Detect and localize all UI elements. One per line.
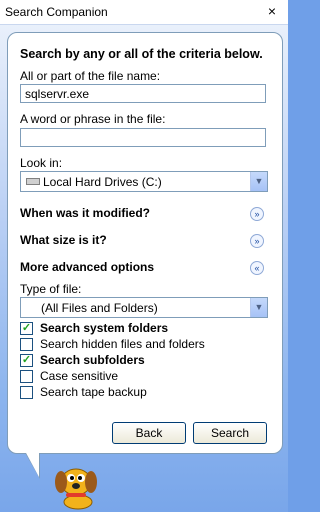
hard-drive-icon	[26, 178, 40, 185]
chevron-down-icon[interactable]: ▼	[250, 172, 267, 191]
speech-bubble-tail	[25, 451, 39, 477]
checkbox-label: Search subfolders	[40, 353, 145, 367]
phrase-label: A word or phrase in the file:	[20, 112, 166, 126]
chevron-down-icon[interactable]: ▼	[250, 298, 267, 317]
checkbox-label: Search system folders	[40, 321, 169, 335]
back-button[interactable]: Back	[112, 422, 186, 444]
phrase-input[interactable]	[20, 128, 266, 147]
checkbox-label: Search hidden files and folders	[40, 337, 205, 351]
checkbox[interactable]	[20, 386, 33, 399]
double-chevron-down-icon[interactable]: »	[250, 234, 264, 248]
file-name-label: All or part of the file name:	[20, 69, 161, 83]
modified-section-toggle[interactable]: When was it modified?	[20, 206, 150, 220]
search-dog-icon[interactable]	[48, 462, 104, 510]
search-button[interactable]: Search	[193, 422, 267, 444]
search-heading: Search by any or all of the criteria bel…	[20, 47, 263, 61]
size-section-toggle[interactable]: What size is it?	[20, 233, 107, 247]
type-of-file-value: (All Files and Folders)	[41, 301, 158, 315]
look-in-label: Look in:	[20, 156, 63, 170]
type-of-file-dropdown[interactable]: (All Files and Folders) ▼	[20, 297, 268, 318]
look-in-value: Local Hard Drives (C:)	[43, 175, 162, 189]
window-title: Search Companion	[5, 5, 108, 19]
checkbox[interactable]	[20, 370, 33, 383]
checkmark-icon[interactable]: ✓	[20, 354, 33, 367]
double-chevron-down-icon[interactable]: »	[250, 207, 264, 221]
advanced-section-toggle[interactable]: More advanced options	[20, 260, 154, 274]
file-name-input[interactable]	[20, 84, 266, 103]
look-in-dropdown[interactable]: Local Hard Drives (C:) ▼	[20, 171, 268, 192]
title-bar: Search Companion ×	[0, 0, 288, 25]
checkbox[interactable]	[20, 338, 33, 351]
checkmark-icon[interactable]: ✓	[20, 322, 33, 335]
type-of-file-label: Type of file:	[20, 282, 82, 296]
close-icon[interactable]: ×	[264, 2, 280, 20]
checkbox-label: Search tape backup	[40, 385, 147, 399]
checkbox-label: Case sensitive	[40, 369, 119, 383]
double-chevron-up-icon[interactable]: «	[250, 261, 264, 275]
